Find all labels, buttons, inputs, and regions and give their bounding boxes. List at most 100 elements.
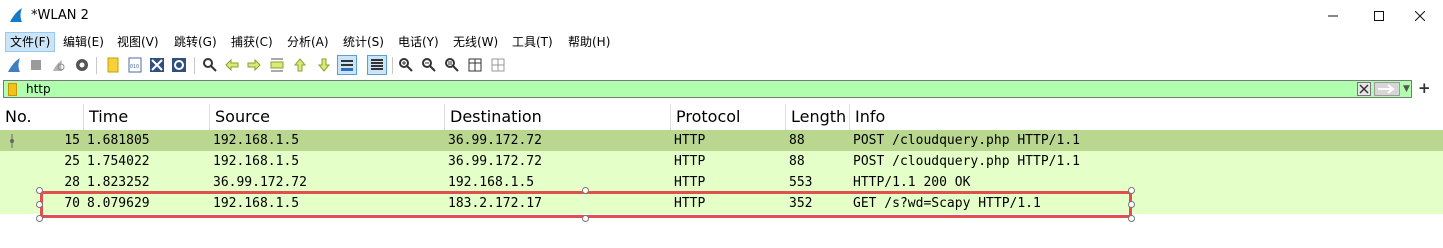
wireshark-fin-icon [10,8,22,22]
resize-handle[interactable] [582,215,589,222]
go-back-button[interactable] [222,55,242,75]
grid-icon [491,58,505,72]
packet-length: 553 [789,175,813,190]
column-header-source[interactable]: Source [209,104,444,130]
menu-view[interactable]: 视图(V) [113,33,163,51]
packet-row[interactable]: 25 1.754022 192.168.1.5 36.99.172.72 HTT… [0,151,1443,172]
gear-icon [76,59,88,71]
packet-destination: 36.99.172.72 [448,154,542,169]
packet-source: 192.168.1.5 [213,133,300,148]
menu-capture[interactable]: 捕获(C) [227,33,277,51]
menu-statistics[interactable]: 统计(S) [339,33,388,51]
menu-analyze[interactable]: 分析(A) [283,33,333,51]
start-capture-button[interactable] [4,55,24,75]
packet-protocol: HTTP [674,154,706,169]
close-icon [1415,11,1425,21]
resize-handle[interactable] [1128,215,1135,222]
column-header-info[interactable]: Info [849,104,1443,130]
restart-capture-button[interactable] [48,55,68,75]
packet-row[interactable]: 28 1.823252 36.99.172.72 192.168.1.5 HTT… [0,172,1443,193]
packet-source: 192.168.1.5 [213,154,300,169]
packet-no: 25 [64,154,80,169]
shark-fin-icon [8,58,20,72]
layout-grid-button[interactable] [488,55,508,75]
maximize-icon [1374,11,1384,21]
find-packet-button[interactable] [200,55,220,75]
colorize-button[interactable] [367,55,387,75]
menu-tools[interactable]: 工具(T) [508,33,557,51]
menu-edit[interactable]: 编辑(E) [59,33,108,51]
reload-file-button[interactable] [169,55,189,75]
title-bar: *WLAN 2 [0,0,1443,32]
zoom-reset-icon [445,58,459,72]
minimize-button[interactable] [1310,0,1356,32]
go-forward-button[interactable] [244,55,264,75]
packet-time: 1.823252 [87,175,150,190]
last-packet-button[interactable] [314,55,334,75]
zoom-in-icon [399,58,413,72]
packet-length: 88 [789,154,805,169]
packet-list-header: No. Time Source Destination Protocol Len… [0,104,1443,131]
clear-filter-icon[interactable] [1357,82,1371,96]
packet-destination: 36.99.172.72 [448,133,542,148]
main-toolbar: 010 [0,53,1443,78]
open-file-button[interactable] [103,55,123,75]
auto-scroll-button[interactable] [337,55,357,75]
resize-handle[interactable] [582,187,589,194]
packet-info: HTTP/1.1 200 OK [853,175,971,190]
menu-file[interactable]: 文件(F) [5,32,56,52]
packet-length: 88 [789,133,805,148]
svg-text:010: 010 [130,64,139,70]
packet-row[interactable]: 15 1.681805 192.168.1.5 36.99.172.72 HTT… [0,130,1443,151]
resize-columns-icon [468,58,482,72]
reload-icon [172,58,186,72]
save-file-button[interactable]: 010 [125,55,145,75]
resize-handle[interactable] [36,215,43,222]
toolbar-separator [392,57,393,74]
resize-handle[interactable] [36,201,43,208]
colorize-list-icon [371,59,383,70]
menu-telephony[interactable]: 电话(Y) [394,33,443,51]
normal-size-button[interactable] [442,55,462,75]
search-icon [203,58,217,72]
close-button[interactable] [1397,0,1443,32]
add-filter-button[interactable]: + [1418,79,1431,97]
apply-filter-button[interactable] [1374,82,1400,96]
go-to-packet-button[interactable] [267,55,287,75]
toolbar-separator [96,57,97,74]
bookmark-icon[interactable] [8,83,17,96]
column-header-time[interactable]: Time [83,104,209,130]
arrow-left-icon [225,58,239,72]
menu-help[interactable]: 帮助(H) [564,33,614,51]
resize-handle[interactable] [1128,201,1135,208]
packet-protocol: HTTP [674,133,706,148]
menu-go[interactable]: 跳转(G) [170,33,221,51]
column-header-no[interactable]: No. [0,104,83,130]
capture-options-button[interactable] [72,55,92,75]
resize-handle[interactable] [1128,187,1135,194]
close-file-button[interactable] [147,55,167,75]
arrow-down-icon [317,58,331,72]
menu-wireless[interactable]: 无线(W) [449,33,502,51]
column-header-protocol[interactable]: Protocol [670,104,785,130]
zoom-out-button[interactable] [419,55,439,75]
stop-capture-button[interactable] [26,55,46,75]
arrow-up-icon [293,58,307,72]
column-header-length[interactable]: Length [785,104,849,130]
packet-source: 36.99.172.72 [213,175,307,190]
zoom-in-button[interactable] [396,55,416,75]
first-packet-button[interactable] [290,55,310,75]
packet-protocol: HTTP [674,175,706,190]
resize-columns-button[interactable] [465,55,485,75]
packet-info: POST /cloudquery.php HTTP/1.1 [853,133,1080,148]
chevron-down-icon[interactable]: ▼ [1403,84,1410,94]
packet-no: 15 [64,133,80,148]
maximize-button[interactable] [1356,0,1402,32]
display-filter-input[interactable] [26,81,1326,97]
resize-handle[interactable] [36,187,43,194]
display-filter-bar: ▼ + [0,79,1443,100]
jump-to-icon [270,58,284,72]
arrow-right-icon [1378,84,1395,94]
column-header-destination[interactable]: Destination [444,104,670,130]
binary-file-icon: 010 [128,57,142,73]
